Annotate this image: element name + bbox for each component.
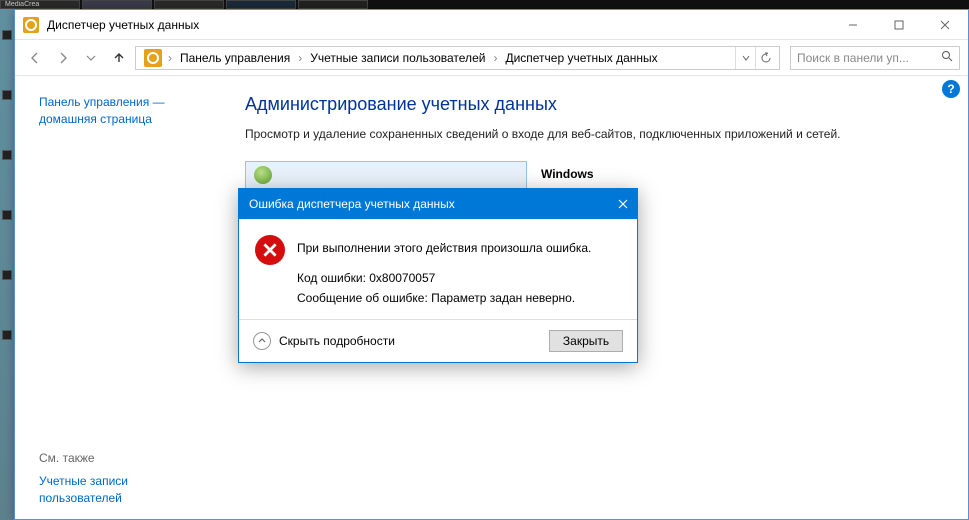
taskbar-tab[interactable]	[154, 0, 224, 9]
nav-up-button[interactable]	[107, 46, 131, 70]
search-input[interactable]: Поиск в панели уп...	[790, 46, 960, 70]
desktop-icon[interactable]	[2, 90, 12, 100]
breadcrumb[interactable]: › Панель управления › Учетные записи пол…	[135, 46, 780, 70]
error-code-line: Код ошибки: 0x80070057	[297, 269, 591, 287]
see-also-link[interactable]: Учетные записи пользователей	[39, 473, 209, 507]
hide-details-label[interactable]: Скрыть подробности	[279, 334, 541, 348]
desktop-icon[interactable]	[2, 330, 12, 340]
taskbar-tab[interactable]: MediaCrea	[0, 0, 80, 9]
page-description: Просмотр и удаление сохраненных сведений…	[245, 125, 885, 143]
web-credentials-tile[interactable]	[245, 161, 527, 189]
tile-label-suffix: Windows	[541, 167, 594, 181]
app-icon	[23, 17, 39, 33]
breadcrumb-segment[interactable]: Учетные записи пользователей	[304, 51, 491, 65]
taskbar-tab[interactable]	[226, 0, 296, 9]
error-icon	[255, 235, 285, 265]
desktop-icons-strip	[0, 30, 14, 390]
window-title: Диспетчер учетных данных	[47, 18, 199, 32]
window-titlebar[interactable]: Диспетчер учетных данных	[15, 10, 968, 40]
error-message-line: Сообщение об ошибке: Параметр задан неве…	[297, 289, 591, 307]
maximize-button[interactable]	[876, 10, 922, 40]
dialog-close-action-button[interactable]: Закрыть	[549, 330, 623, 352]
breadcrumb-segment[interactable]: Диспетчер учетных данных	[499, 51, 663, 65]
chevron-right-icon[interactable]: ›	[166, 51, 174, 65]
nav-recent-button[interactable]	[79, 46, 103, 70]
nav-back-button[interactable]	[23, 46, 47, 70]
location-icon	[144, 49, 162, 67]
windows-credentials-tile[interactable]: Windows	[541, 161, 594, 189]
globe-icon	[254, 166, 272, 184]
breadcrumb-segment[interactable]: Панель управления	[174, 51, 296, 65]
see-also-header: См. также	[39, 451, 209, 465]
address-dropdown-button[interactable]	[735, 47, 755, 69]
page-heading: Администрирование учетных данных	[245, 94, 928, 115]
refresh-button[interactable]	[755, 47, 775, 69]
search-icon[interactable]	[941, 50, 953, 65]
minimize-button[interactable]	[830, 10, 876, 40]
search-placeholder: Поиск в панели уп...	[797, 51, 941, 65]
address-bar: › Панель управления › Учетные записи пол…	[15, 40, 968, 76]
chevron-right-icon[interactable]: ›	[296, 51, 304, 65]
chevron-right-icon[interactable]: ›	[491, 51, 499, 65]
nav-forward-button[interactable]	[51, 46, 75, 70]
dialog-titlebar[interactable]: Ошибка диспетчера учетных данных	[239, 189, 637, 219]
desktop-icon[interactable]	[2, 30, 12, 40]
taskbar-tab[interactable]	[82, 0, 152, 9]
error-dialog: Ошибка диспетчера учетных данных При вып…	[238, 188, 638, 363]
sidebar: Панель управления — домашняя страница См…	[15, 76, 225, 519]
desktop-icon[interactable]	[2, 270, 12, 280]
error-headline: При выполнении этого действия произошла …	[297, 239, 591, 257]
taskbar: MediaCrea	[0, 0, 969, 9]
close-button[interactable]	[922, 10, 968, 40]
dialog-title: Ошибка диспетчера учетных данных	[249, 197, 455, 211]
hide-details-toggle[interactable]	[253, 332, 271, 350]
desktop-icon[interactable]	[2, 210, 12, 220]
control-panel-home-link[interactable]: Панель управления — домашняя страница	[39, 94, 209, 128]
desktop-icon[interactable]	[2, 150, 12, 160]
taskbar-tab[interactable]	[298, 0, 368, 9]
dialog-close-button[interactable]	[609, 189, 637, 219]
